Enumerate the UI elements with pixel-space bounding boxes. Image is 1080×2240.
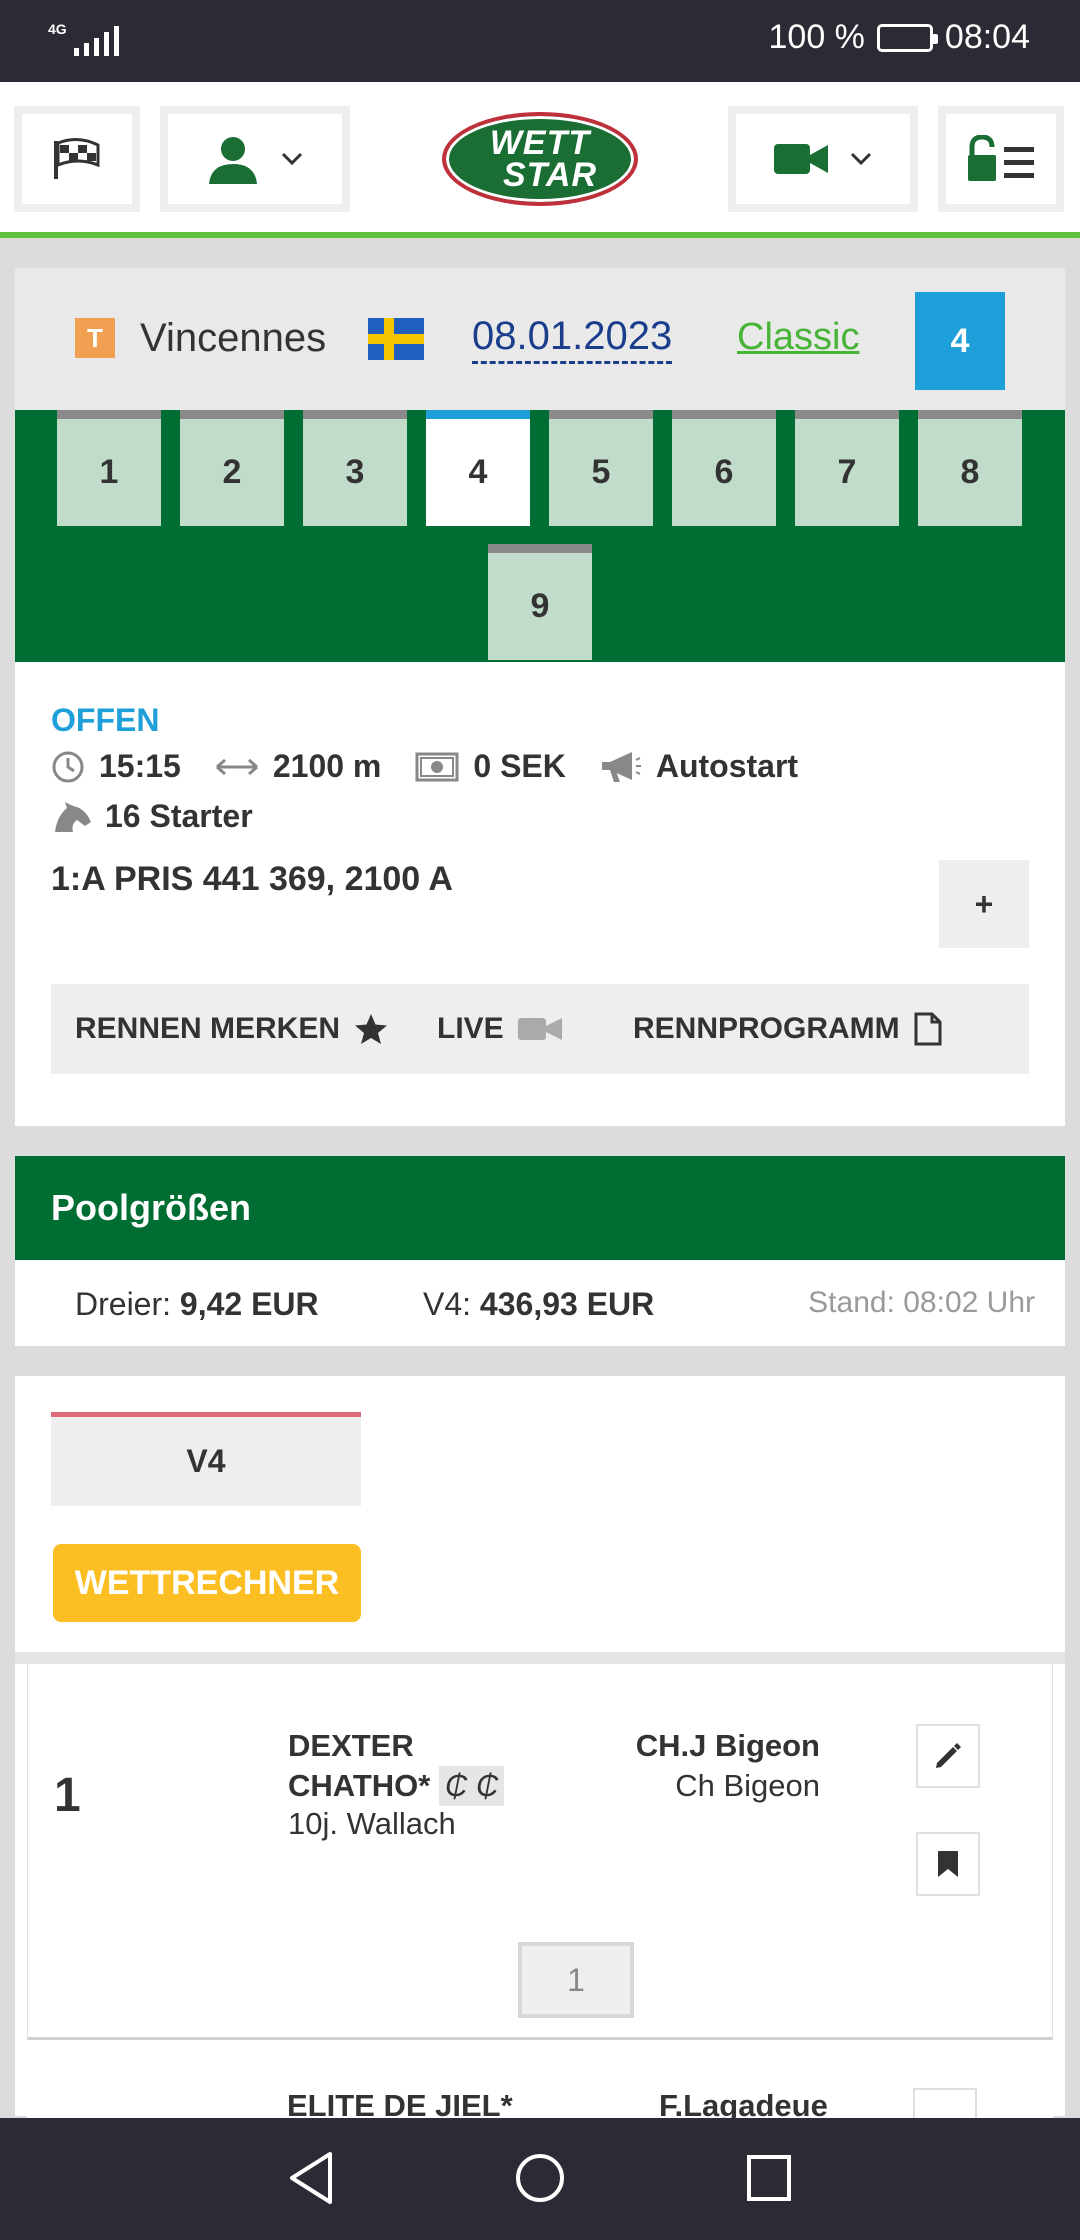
race-status: OFFEN bbox=[51, 702, 160, 738]
bet-section: V4 WETTRECHNER 1 DEXTER CHATHO* ₵ ₵ 10j.… bbox=[15, 1376, 1065, 2120]
race-tab-3[interactable]: 3 bbox=[303, 410, 407, 526]
pool-timestamp: Stand: 08:02 Uhr bbox=[808, 1286, 1035, 1319]
current-race-badge[interactable]: 4 bbox=[915, 292, 1005, 390]
money-icon bbox=[415, 752, 459, 782]
race-distance: 2100 m bbox=[272, 748, 382, 784]
distance-arrows-icon bbox=[215, 757, 259, 777]
horse-head-icon bbox=[51, 800, 93, 834]
race-tab-5[interactable]: 5 bbox=[549, 410, 653, 526]
unlock-menu-icon bbox=[968, 135, 1034, 181]
race-action-bar: RENNEN MERKEN LIVE RENNPROGRAMM bbox=[51, 984, 1029, 1074]
home-icon[interactable] bbox=[514, 2152, 566, 2204]
back-icon[interactable] bbox=[286, 2150, 336, 2206]
bookmark-icon bbox=[938, 1851, 958, 1877]
clock-icon bbox=[51, 750, 85, 784]
pool-v4: V4: 436,93 EUR bbox=[423, 1286, 655, 1322]
race-tabs: 1 2 3 4 5 6 7 8 9 bbox=[15, 410, 1065, 662]
checkered-flag-icon bbox=[54, 138, 100, 179]
runner-row: ELITE DE JIEL* F.Lagadeue bbox=[27, 2040, 1053, 2120]
pool-sizes-row: Dreier: 9,42 EUR V4: 436,93 EUR Stand: 0… bbox=[15, 1260, 1065, 1346]
megaphone-icon bbox=[600, 750, 642, 784]
race-tab-4[interactable]: 4 bbox=[426, 410, 530, 526]
account-menu-button[interactable] bbox=[160, 106, 350, 212]
pencil-icon bbox=[936, 1743, 961, 1768]
horse-name[interactable]: ELITE DE JIEL* bbox=[287, 2088, 513, 2120]
starter-count: 16 Starter bbox=[105, 798, 253, 834]
driver-name: Ch Bigeon bbox=[675, 1768, 820, 1803]
start-time: 15:15 bbox=[99, 748, 181, 784]
expand-race-button[interactable]: + bbox=[939, 860, 1029, 948]
classic-mode-link[interactable]: Classic bbox=[737, 316, 859, 359]
chevron-down-icon bbox=[281, 152, 303, 166]
race-header: T Vincennes 08.01.2023 Classic 4 bbox=[15, 268, 1065, 410]
runner-row: 1 DEXTER CHATHO* ₵ ₵ 10j. Wallach CH.J B… bbox=[27, 1664, 1053, 2040]
trainer-driver: CH.J Bigeon Ch Bigeon bbox=[636, 1726, 820, 1806]
race-title: 1:A PRIS 441 369, 2100 A bbox=[51, 860, 453, 898]
bookmark-runner-button[interactable] bbox=[916, 1832, 980, 1896]
video-camera-icon bbox=[774, 144, 828, 174]
race-tab-9[interactable]: 9 bbox=[488, 544, 592, 660]
bet-calculator-button[interactable]: WETTRECHNER bbox=[53, 1544, 361, 1622]
app-header: WETT STAR bbox=[0, 82, 1080, 238]
edit-note-button[interactable] bbox=[916, 1724, 980, 1788]
trainer-name: CH.J Bigeon bbox=[635, 1728, 820, 1763]
horse-name[interactable]: DEXTER CHATHO* ₵ ₵ bbox=[288, 1726, 548, 1806]
clock: 08:04 bbox=[944, 18, 1030, 56]
pool-sizes-header: Poolgrößen bbox=[15, 1156, 1065, 1260]
wettstar-logo[interactable]: WETT STAR bbox=[442, 112, 638, 206]
runner-number: 1 bbox=[54, 1769, 81, 1822]
race-tab-8[interactable]: 8 bbox=[918, 410, 1022, 526]
video-menu-button[interactable] bbox=[728, 106, 918, 212]
pool-dreier: Dreier: 9,42 EUR bbox=[75, 1286, 319, 1322]
trot-type-badge: T bbox=[75, 318, 115, 358]
race-flag-button[interactable] bbox=[14, 106, 140, 212]
network-type: 4G bbox=[48, 21, 67, 37]
android-nav-bar bbox=[0, 2118, 1080, 2240]
race-tab-6[interactable]: 6 bbox=[672, 410, 776, 526]
race-tab-2[interactable]: 2 bbox=[180, 410, 284, 526]
race-prize: 0 SEK bbox=[473, 748, 566, 784]
status-bar: 4G 100 % 08:04 bbox=[0, 0, 1080, 82]
document-icon bbox=[914, 1012, 942, 1046]
race-info-panel: OFFEN 15:15 2100 m 0 SEK Autostart 16 St… bbox=[15, 662, 1065, 1126]
edit-note-button[interactable] bbox=[913, 2088, 977, 2120]
user-icon bbox=[209, 137, 257, 184]
signal-icon: 4G bbox=[48, 22, 119, 56]
divider bbox=[15, 1652, 1065, 1664]
bookmark-race-button[interactable]: RENNEN MERKEN bbox=[75, 984, 388, 1074]
video-camera-icon bbox=[517, 1018, 562, 1040]
bet-type-tab-v4[interactable]: V4 bbox=[51, 1412, 361, 1506]
battery-percent: 100 % bbox=[768, 18, 865, 56]
start-type: Autostart bbox=[655, 748, 799, 784]
race-tab-1[interactable]: 1 bbox=[57, 410, 161, 526]
selection-button-1[interactable]: 1 bbox=[518, 1942, 634, 2018]
horse-detail: 10j. Wallach bbox=[288, 1806, 456, 1841]
venue-name: Vincennes bbox=[140, 316, 327, 360]
recents-icon[interactable] bbox=[746, 2154, 792, 2202]
race-tab-7[interactable]: 7 bbox=[795, 410, 899, 526]
race-program-button[interactable]: RENNPROGRAMM bbox=[633, 984, 942, 1074]
login-menu-button[interactable] bbox=[938, 106, 1064, 212]
horse-marks: ₵ ₵ bbox=[439, 1766, 505, 1806]
star-icon bbox=[355, 1014, 388, 1044]
live-video-button[interactable]: LIVE bbox=[437, 984, 562, 1074]
chevron-down-icon bbox=[850, 152, 872, 166]
sweden-flag-icon bbox=[368, 318, 424, 360]
race-date-picker[interactable]: 08.01.2023 bbox=[472, 314, 673, 364]
driver-name: F.Lagadeue bbox=[659, 2088, 828, 2120]
battery-icon bbox=[876, 23, 938, 52]
